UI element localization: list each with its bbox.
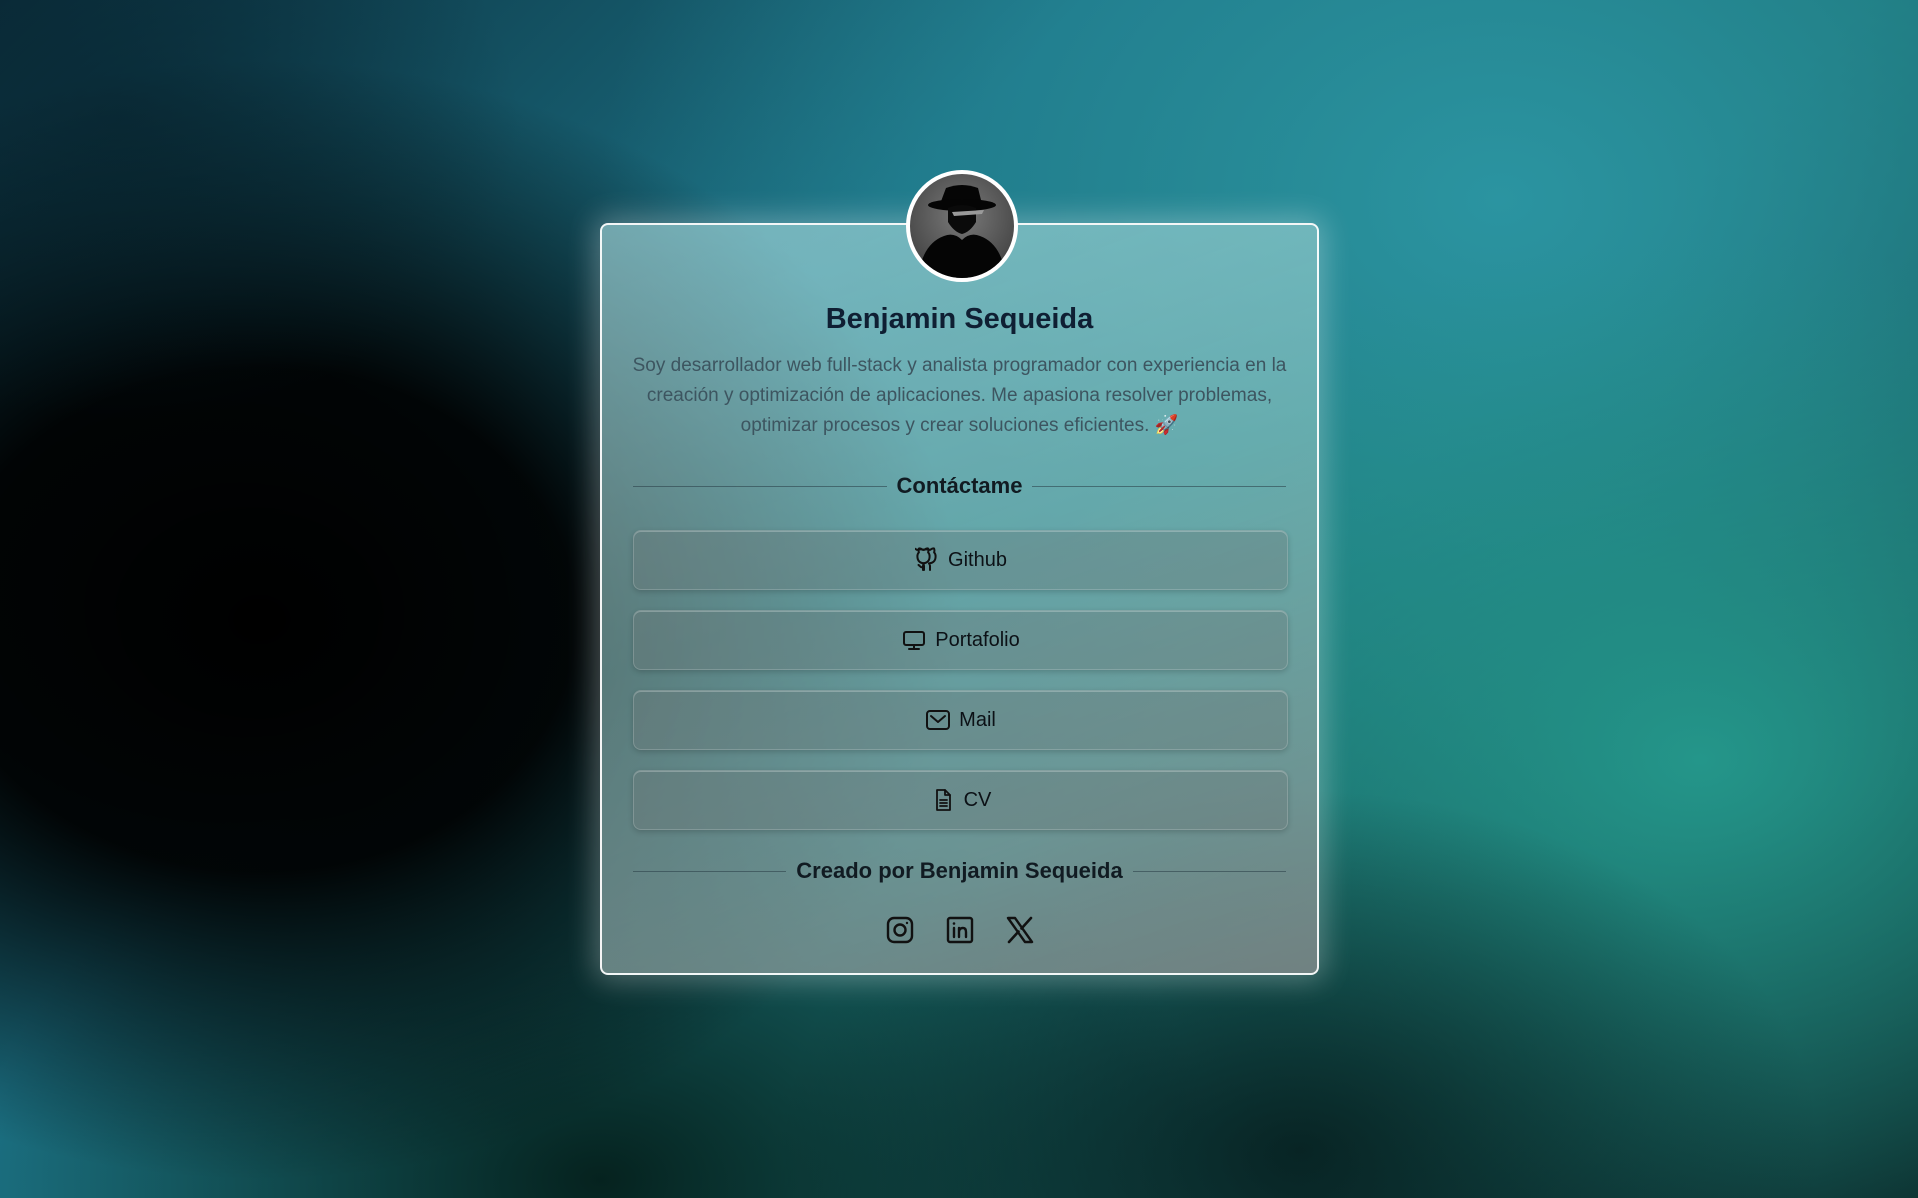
profile-bio: Soy desarrollador web full-stack y anali… bbox=[632, 351, 1287, 441]
monitor-icon bbox=[901, 627, 927, 653]
contact-heading: Contáctame bbox=[896, 473, 1023, 498]
instagram-icon[interactable] bbox=[885, 915, 915, 945]
portafolio-label: Portafolio bbox=[935, 628, 1020, 651]
bio-text: Soy desarrollador web full-stack y anali… bbox=[632, 355, 1287, 436]
linkedin-icon[interactable] bbox=[945, 915, 975, 945]
divider-line-right bbox=[1032, 485, 1287, 487]
rocket-emoji: 🚀 bbox=[1154, 415, 1179, 436]
cv-label: CV bbox=[963, 788, 992, 811]
social-links bbox=[602, 915, 1317, 945]
mail-label: Mail bbox=[959, 708, 996, 731]
portafolio-button[interactable]: Portafolio bbox=[633, 610, 1288, 670]
github-icon bbox=[914, 547, 940, 573]
detective-silhouette-icon bbox=[918, 185, 1006, 278]
profile-card: Benjamin Sequeida Soy desarrollador web … bbox=[600, 170, 1319, 975]
contact-divider: Contáctame bbox=[633, 473, 1287, 499]
cv-button[interactable]: CV bbox=[633, 770, 1288, 830]
x-twitter-icon[interactable] bbox=[1005, 915, 1035, 945]
github-button[interactable]: Github bbox=[633, 530, 1288, 590]
profile-name: Benjamin Sequeida bbox=[825, 303, 1094, 335]
divider-line-left bbox=[633, 485, 887, 487]
mail-icon bbox=[925, 707, 951, 733]
footer-divider: Creado por Benjamin Sequeida bbox=[633, 858, 1286, 884]
document-icon bbox=[930, 787, 956, 813]
divider-line-left bbox=[633, 870, 787, 872]
footer-credit: Creado por Benjamin Sequeida bbox=[796, 858, 1123, 883]
github-label: Github bbox=[948, 548, 1007, 571]
avatar bbox=[906, 170, 1018, 282]
divider-line-right bbox=[1132, 870, 1286, 872]
mail-button[interactable]: Mail bbox=[633, 690, 1288, 750]
